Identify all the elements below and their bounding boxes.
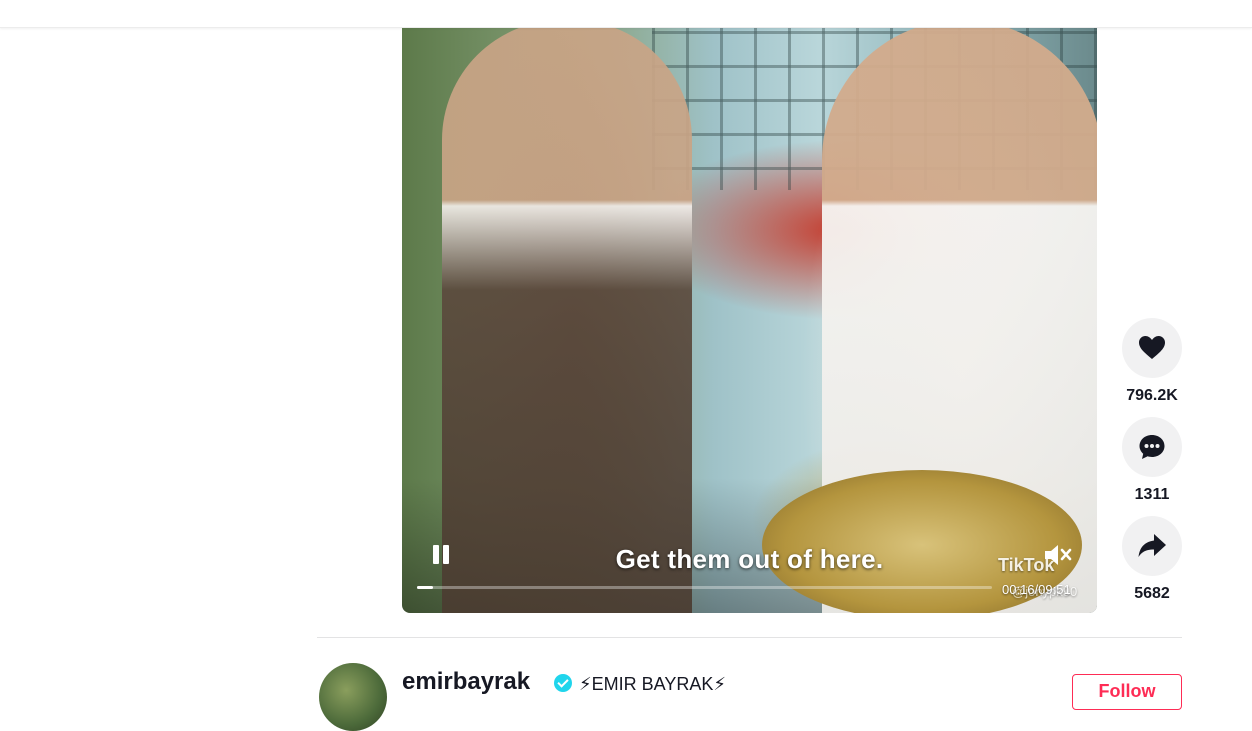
video-timecode: 00:16/09:51 — [1002, 582, 1071, 597]
like-button[interactable] — [1122, 318, 1182, 378]
pause-button[interactable] — [430, 543, 452, 567]
top-navigation-bar — [0, 0, 1252, 28]
share-count: 5682 — [1134, 585, 1170, 602]
volume-button[interactable] — [1042, 541, 1072, 569]
pause-icon — [433, 545, 439, 564]
video-progress-fill — [417, 586, 433, 589]
comment-action: 1311 — [1122, 417, 1182, 504]
share-arrow-icon — [1138, 534, 1166, 557]
share-action: 5682 — [1122, 516, 1182, 603]
author-username[interactable]: emirbayrak — [402, 668, 530, 696]
comment-button[interactable] — [1122, 417, 1182, 477]
video-progress-bar[interactable] — [417, 586, 992, 589]
heart-icon — [1139, 336, 1165, 359]
share-button[interactable] — [1122, 516, 1182, 576]
video-player[interactable]: Get them out of here. TikTok @jonypk90 0… — [402, 0, 1097, 613]
verified-badge-icon — [554, 674, 572, 692]
like-count: 796.2K — [1126, 387, 1178, 404]
comment-count: 1311 — [1134, 486, 1170, 503]
avatar[interactable] — [319, 663, 387, 731]
video-subtitle: Get them out of here. — [615, 544, 884, 574]
author-info: emirbayrak ⚡EMIR BAYRAK⚡ Follow — [317, 662, 1182, 731]
muted-speaker-icon — [1045, 545, 1072, 565]
section-divider — [317, 637, 1182, 638]
like-action: 796.2K — [1122, 318, 1182, 405]
action-bar: 796.2K 1311 5682 — [1122, 318, 1182, 615]
follow-button[interactable]: Follow — [1072, 674, 1182, 710]
comment-bubble-icon — [1139, 435, 1165, 459]
video-frame-figure-left — [442, 20, 692, 613]
